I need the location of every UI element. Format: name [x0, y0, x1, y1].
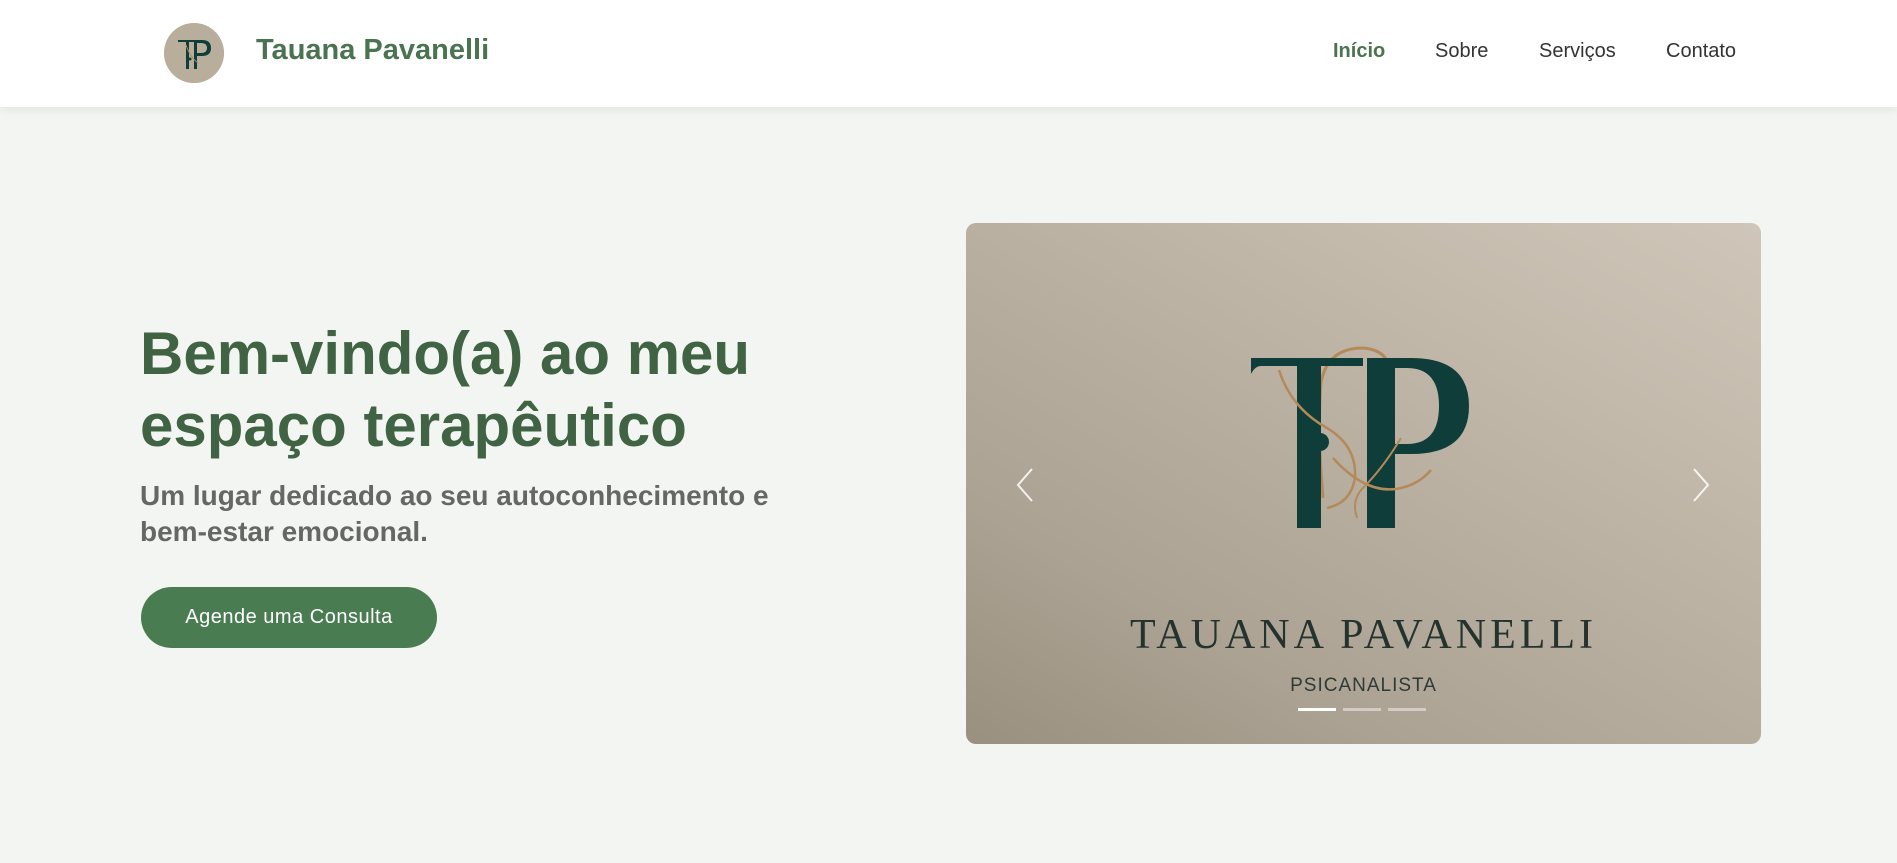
nav-item-contato[interactable]: Contato: [1666, 40, 1736, 63]
hero-title: Bem-vindo(a) ao meu espaço terapêutico: [140, 320, 751, 459]
carousel-indicator-2[interactable]: [1343, 708, 1381, 711]
nav-item-inicio[interactable]: Início: [1333, 40, 1385, 63]
hero-subtitle: Um lugar dedicado ao seu autoconheciment…: [140, 480, 769, 547]
slide-subtitle: PSICANALISTA: [1290, 675, 1437, 696]
site-header: Tauana Pavanelli Início Sobre Serviços C…: [0, 0, 1897, 107]
carousel-indicator-1[interactable]: [1298, 708, 1336, 711]
tp-monogram-icon: [1251, 346, 1469, 529]
carousel-indicator-3[interactable]: [1388, 708, 1426, 711]
nav-item-sobre[interactable]: Sobre: [1435, 40, 1488, 63]
hero-carousel: TAUANA PAVANELLI PSICANALISTA: [966, 223, 1761, 744]
chevron-right-icon[interactable]: [1686, 463, 1716, 507]
carousel-indicators: [1298, 708, 1428, 712]
chevron-left-icon[interactable]: [1010, 463, 1040, 507]
main-nav: Início Sobre Serviços Contato: [0, 40, 1897, 70]
nav-item-servicos[interactable]: Serviços: [1539, 40, 1616, 63]
slide-title: TAUANA PAVANELLI: [1129, 612, 1598, 658]
schedule-consultation-button[interactable]: Agende uma Consulta: [141, 587, 437, 648]
